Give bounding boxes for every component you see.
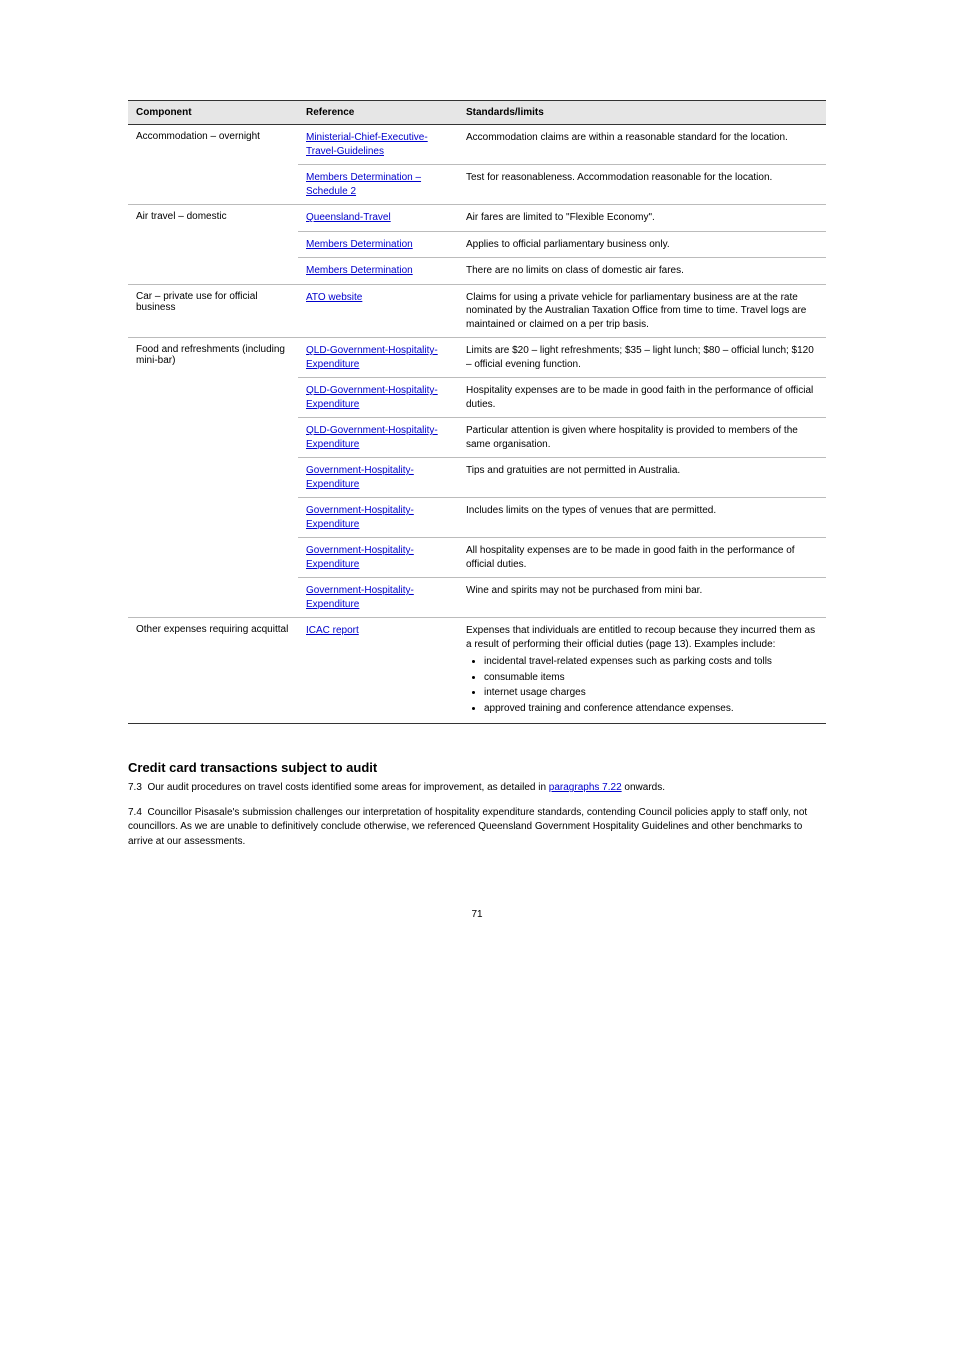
reference-cell: ICAC report [298,618,458,724]
col-header-standards: Standards/limits [458,101,826,125]
standards-cell: Applies to official parliamentary busine… [458,231,826,258]
category-cell: Food and refreshments (including mini-ba… [128,338,298,618]
category-cell: Air travel – domestic [128,205,298,285]
table-row: Air travel – domesticQueensland-TravelAi… [128,205,826,232]
reference-cell: Government-Hospitality-Expenditure [298,578,458,618]
standards-cell: Air fares are limited to "Flexible Econo… [458,205,826,232]
standards-bullet: approved training and conference attenda… [484,702,818,716]
standards-cell: Limits are $20 – light refreshments; $35… [458,338,826,378]
reference-link[interactable]: Members Determination – Schedule 2 [306,172,421,197]
page-number: 71 [0,909,954,950]
reference-link[interactable]: Government-Hospitality-Expenditure [306,465,414,490]
reference-link[interactable]: Government-Hospitality-Expenditure [306,585,414,610]
standards-bullet: incidental travel-related expenses such … [484,655,818,669]
standards-intro: Expenses that individuals are entitled t… [466,624,818,651]
reference-link[interactable]: Government-Hospitality-Expenditure [306,505,414,530]
standards-bullet-list: incidental travel-related expenses such … [466,655,818,715]
standards-cell: Wine and spirits may not be purchased fr… [458,578,826,618]
expenses-table: Component Reference Standards/limits Acc… [128,100,826,724]
reference-link[interactable]: ATO website [306,292,362,303]
footer-paragraph-2: 7.4 Councillor Pisasale's submission cha… [128,806,826,850]
reference-link[interactable]: QLD-Government-Hospitality-Expenditure [306,385,438,410]
reference-cell: Members Determination [298,231,458,258]
reference-link[interactable]: Queensland-Travel [306,212,391,223]
table-header-row: Component Reference Standards/limits [128,101,826,125]
category-cell: Other expenses requiring acquittal [128,618,298,724]
standards-cell: Claims for using a private vehicle for p… [458,284,826,338]
reference-cell: Members Determination – Schedule 2 [298,165,458,205]
standards-cell: Hospitality expenses are to be made in g… [458,378,826,418]
table-row: Car – private use for official business A… [128,284,826,338]
category-cell: Car – private use for official business [128,284,298,338]
reference-cell: Queensland-Travel [298,205,458,232]
reference-link[interactable]: ICAC report [306,625,359,636]
footer-heading: Credit card transactions subject to audi… [128,760,826,775]
footer-link-paragraphs[interactable]: paragraphs 7.22 [549,782,622,793]
reference-link[interactable]: QLD-Government-Hospitality-Expenditure [306,345,438,370]
standards-cell: Accommodation claims are within a reason… [458,125,826,165]
reference-cell: Ministerial-Chief-Executive-Travel-Guide… [298,125,458,165]
reference-cell: ATO website [298,284,458,338]
col-header-reference: Reference [298,101,458,125]
standards-cell: Tips and gratuities are not permitted in… [458,458,826,498]
standards-cell: Expenses that individuals are entitled t… [458,618,826,724]
footer-block: Credit card transactions subject to audi… [128,760,826,849]
reference-cell: QLD-Government-Hospitality-Expenditure [298,338,458,378]
table-row: Food and refreshments (including mini-ba… [128,338,826,378]
reference-cell: QLD-Government-Hospitality-Expenditure [298,378,458,418]
section-marker: 7.4 [128,807,142,818]
section-marker: 7.3 [128,782,142,793]
standards-cell: Test for reasonableness. Accommodation r… [458,165,826,205]
standards-bullet: internet usage charges [484,686,818,700]
reference-link[interactable]: Ministerial-Chief-Executive-Travel-Guide… [306,132,428,157]
table-row: Accommodation – overnightMinisterial-Chi… [128,125,826,165]
standards-cell: There are no limits on class of domestic… [458,258,826,285]
category-cell: Accommodation – overnight [128,125,298,205]
table-row: Other expenses requiring acquittal ICAC r… [128,618,826,724]
standards-cell: Includes limits on the types of venues t… [458,498,826,538]
reference-link[interactable]: Government-Hospitality-Expenditure [306,545,414,570]
reference-link[interactable]: QLD-Government-Hospitality-Expenditure [306,425,438,450]
footer-paragraph-1: 7.3 Our audit procedures on travel costs… [128,781,826,796]
reference-cell: Government-Hospitality-Expenditure [298,498,458,538]
standards-cell: All hospitality expenses are to be made … [458,538,826,578]
reference-cell: QLD-Government-Hospitality-Expenditure [298,418,458,458]
reference-cell: Government-Hospitality-Expenditure [298,538,458,578]
col-header-component: Component [128,101,298,125]
reference-cell: Members Determination [298,258,458,285]
standards-bullet: consumable items [484,671,818,685]
reference-cell: Government-Hospitality-Expenditure [298,458,458,498]
reference-link[interactable]: Members Determination [306,265,413,276]
standards-cell: Particular attention is given where hosp… [458,418,826,458]
reference-link[interactable]: Members Determination [306,239,413,250]
